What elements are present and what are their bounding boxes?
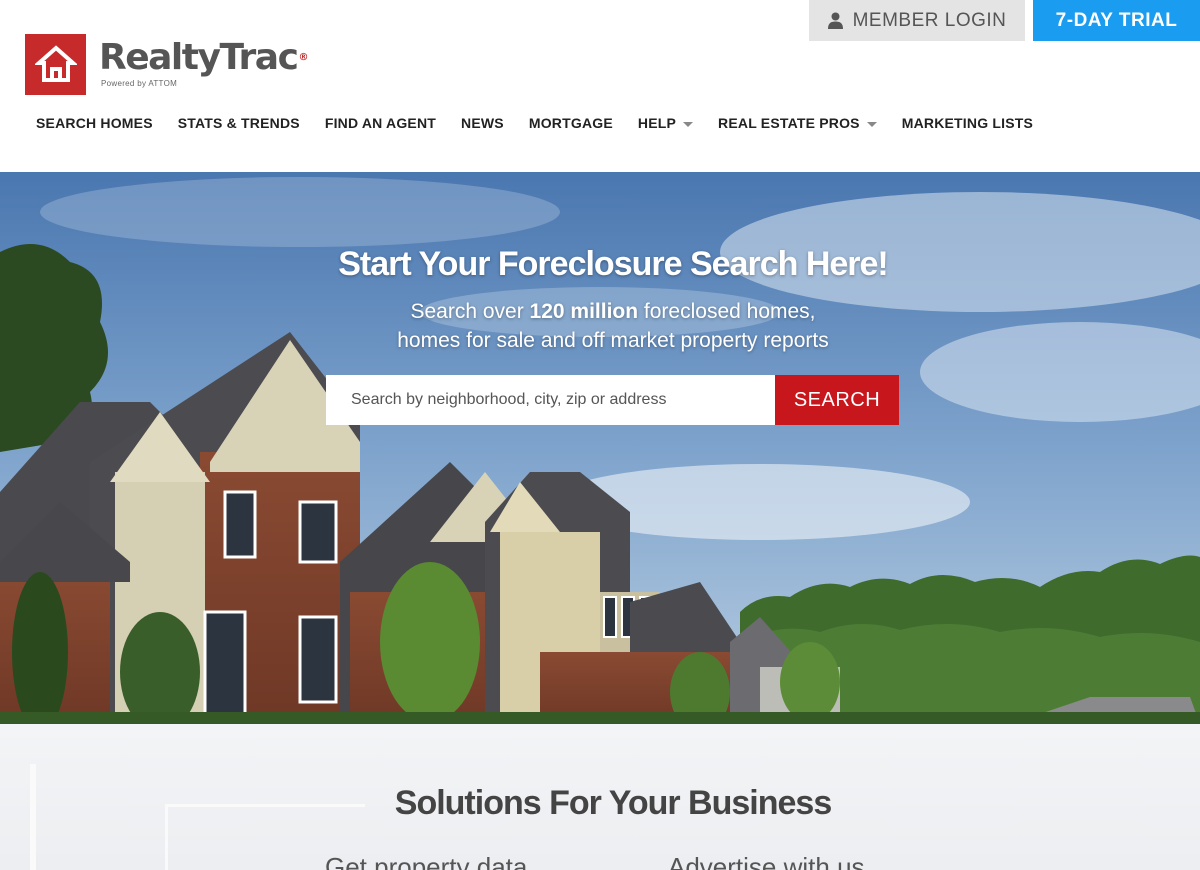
nav-label: STATS & TRENDS <box>177 115 300 131</box>
nav-label: SEARCH HOMES <box>36 115 153 131</box>
search-form: SEARCH <box>326 375 899 425</box>
logo-wordmark: RealtyTrac <box>99 37 299 78</box>
get-property-data-link[interactable]: Get property data <box>325 852 527 870</box>
house-logo-icon <box>25 34 86 95</box>
utility-bar: MEMBER LOGIN 7-DAY TRIAL <box>809 0 1200 41</box>
member-login-label: MEMBER LOGIN <box>852 9 1007 31</box>
nav-real-estate-pros[interactable]: REAL ESTATE PROS <box>718 112 877 134</box>
hero-subtitle: Search over 120 million foreclosed homes… <box>0 297 1200 355</box>
nav-stats-trends[interactable]: STATS & TRENDS <box>178 112 300 134</box>
logo-tagline: Powered by ATTOM <box>101 79 178 88</box>
hero-title: Start Your Foreclosure Search Here! <box>338 245 889 283</box>
solutions-title: Solutions For Your Business <box>394 784 832 822</box>
logo-trademark: ® <box>298 52 309 63</box>
nav-label: MORTGAGE <box>528 115 613 131</box>
nav-search-homes[interactable]: SEARCH HOMES <box>36 112 153 134</box>
search-button[interactable]: SEARCH <box>775 375 899 425</box>
member-login-button[interactable]: MEMBER LOGIN <box>809 0 1025 41</box>
nav-marketing-lists[interactable]: MARKETING LISTS <box>902 112 1033 134</box>
user-icon <box>827 12 843 29</box>
hero-sub-prefix: Search over <box>410 300 530 323</box>
nav-label: NEWS <box>461 115 504 131</box>
hero-sub-suffix: foreclosed homes, <box>638 300 816 323</box>
advertise-link[interactable]: Advertise with us <box>668 852 865 870</box>
hero-banner: Start Your Foreclosure Search Here! Sear… <box>0 172 1200 724</box>
nav-help[interactable]: HELP <box>637 112 694 134</box>
caret-down-icon <box>683 121 694 127</box>
nav-label: MARKETING LISTS <box>901 115 1034 131</box>
nav-mortgage[interactable]: MORTGAGE <box>529 112 613 134</box>
search-input[interactable] <box>326 375 775 425</box>
nav-news[interactable]: NEWS <box>461 112 504 134</box>
hero-sub-count: 120 million <box>529 300 639 323</box>
hero-sub-line2: homes for sale and off market property r… <box>397 329 829 352</box>
solutions-section: Solutions For Your Business Get property… <box>0 724 1200 870</box>
logo[interactable]: RealtyTrac® Powered by ATTOM <box>25 34 308 95</box>
nav-label: REAL ESTATE PROS <box>718 115 860 131</box>
nav-find-agent[interactable]: FIND AN AGENT <box>325 112 436 134</box>
main-nav: SEARCH HOMES STATS & TRENDS FIND AN AGEN… <box>36 112 1058 134</box>
logo-text: RealtyTrac® Powered by ATTOM <box>99 37 309 89</box>
nav-label: HELP <box>637 115 677 131</box>
nav-label: FIND AN AGENT <box>324 115 437 131</box>
caret-down-icon <box>866 121 877 127</box>
trial-button[interactable]: 7-DAY TRIAL <box>1033 0 1200 41</box>
